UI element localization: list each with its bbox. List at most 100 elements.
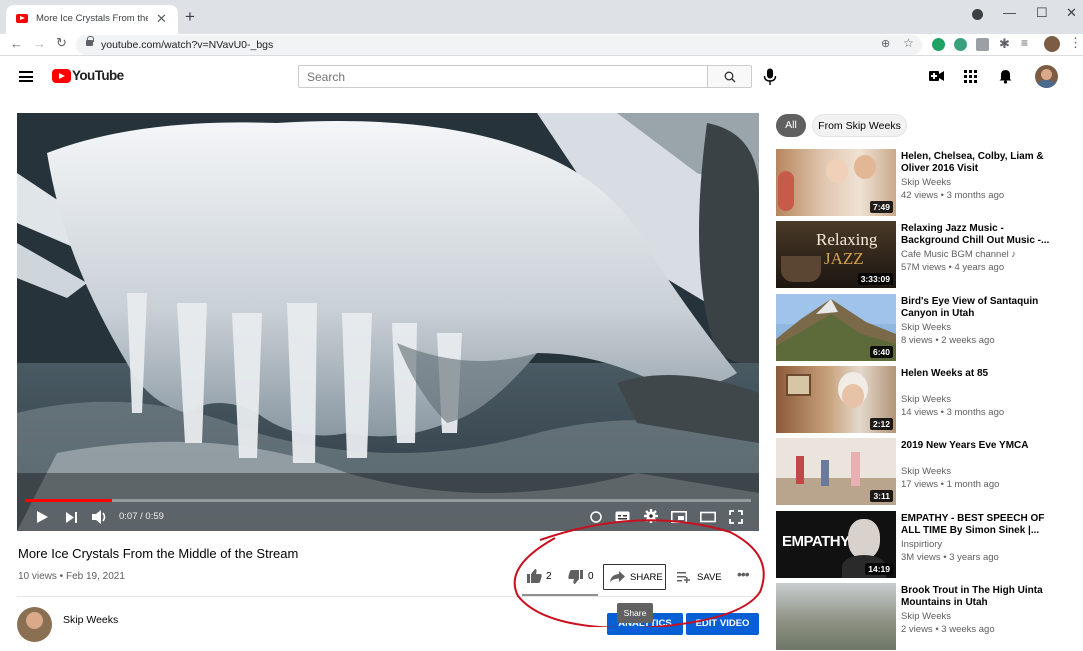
youtube-favicon-icon [16,14,28,23]
duration-badge: 3:11 [870,490,893,502]
extension-grammarly-icon[interactable] [932,38,945,51]
close-tab-icon[interactable]: ✕ [156,11,167,27]
related-title[interactable]: Brook Trout in The High Uinta Mountains … [901,585,1051,608]
like-count[interactable]: 2 [546,571,552,582]
duration-badge: 3:33:09 [857,273,893,285]
youtube-logo-text[interactable]: YouTube [72,68,124,83]
chip-from-channel[interactable]: From Skip Weeks [812,114,907,137]
subtitles-icon[interactable] [615,511,630,522]
related-title[interactable]: EMPATHY - BEST SPEECH OF ALL TIME By Sim… [901,513,1051,536]
related-title[interactable]: Helen Weeks at 85 [901,368,1051,380]
related-channel[interactable]: Cafe Music BGM channel ♪ [901,249,1016,260]
extension-green-icon[interactable] [954,38,967,51]
thumb-text-relaxing: Relaxing [816,230,878,249]
related-channel[interactable]: Skip Weeks [901,611,951,622]
duration-badge: 2:12 [869,418,893,430]
notifications-bell-icon[interactable] [999,69,1012,84]
chrome-menu-icon[interactable]: ⋮ [1069,35,1082,50]
duration-badge: 14:19 [865,563,893,575]
related-meta: 42 views • 3 months ago [901,190,1005,201]
microphone-icon[interactable] [763,68,777,86]
new-tab-icon[interactable]: + [185,7,195,27]
theater-mode-icon[interactable] [700,511,716,523]
save-playlist-add-icon[interactable] [677,572,691,583]
dislike-count[interactable]: 0 [588,571,594,582]
related-title[interactable]: 2019 New Years Eve YMCA [901,440,1051,452]
next-icon[interactable] [66,512,78,523]
edit-video-button[interactable]: EDIT VIDEO [686,613,759,635]
save-label[interactable]: SAVE [697,572,722,583]
bookmark-star-icon[interactable]: ☆ [903,36,914,50]
account-avatar[interactable] [1035,65,1058,88]
related-video-item[interactable]: EMPATHY 14:19 EMPATHY - BEST SPEECH OF A… [776,511,1082,579]
volume-icon[interactable] [92,510,108,524]
related-meta: 2 views • 3 weeks ago [901,624,995,635]
related-video-item[interactable]: Relaxing JAZZ 3:33:09 Relaxing Jazz Musi… [776,221,1082,289]
minimize-icon[interactable]: — [1003,5,1016,20]
related-video-item[interactable]: 2:12 Helen Weeks at 85 Skip Weeks 14 vie… [776,366,1082,434]
autoplay-toggle-icon[interactable] [590,511,602,523]
more-actions-icon[interactable]: ••• [737,566,750,582]
back-icon[interactable]: ← [10,36,23,51]
related-channel[interactable]: Skip Weeks [901,466,951,477]
related-thumbnail[interactable]: 3:11 [776,438,896,505]
related-video-item[interactable]: 7:49 Helen, Chelsea, Colby, Liam & Olive… [776,149,1082,217]
related-title[interactable]: Bird's Eye View of Santaquin Canyon in U… [901,296,1051,319]
hamburger-menu-icon[interactable] [19,71,33,82]
related-channel[interactable]: Skip Weeks [901,177,951,188]
related-meta: 57M views • 4 years ago [901,262,1005,273]
related-channel[interactable]: Skip Weeks [901,322,951,333]
omnibox[interactable]: youtube.com/watch?v=NVavU0-_bgs ⊕ ☆ [76,35,922,55]
install-icon[interactable]: ⊕ [881,37,890,50]
extension-cast-icon[interactable] [976,38,989,51]
related-thumbnail[interactable]: EMPATHY 14:19 [776,511,896,578]
chip-all[interactable]: All [776,114,806,137]
search-input[interactable] [298,65,708,88]
extensions-puzzle-icon[interactable]: ✱ [999,36,1012,51]
related-title[interactable]: Relaxing Jazz Music - Background Chill O… [901,223,1051,246]
related-thumbnail[interactable]: Relaxing JAZZ 3:33:09 [776,221,896,288]
related-thumbnail[interactable]: 6:40 [776,294,896,361]
tab-title: More Ice Crystals From the Middle of the… [36,13,148,24]
progress-bar[interactable] [25,499,751,502]
related-channel[interactable]: Skip Weeks [901,394,951,405]
apps-grid-icon[interactable] [964,70,977,83]
dislike-thumbs-down-icon[interactable] [568,570,583,584]
video-meta: 10 views • Feb 19, 2021 [18,571,125,582]
forward-icon[interactable]: → [33,36,46,51]
related-channel[interactable]: Inspirtiory [901,539,942,550]
duration-badge: 7:49 [869,201,893,213]
share-button[interactable]: SHARE [603,564,666,590]
browser-tab[interactable]: More Ice Crystals From the Middle of the… [6,5,178,34]
related-thumbnail[interactable]: 7:49 [776,149,896,216]
media-queue-icon[interactable]: ≡ [1021,36,1034,50]
related-video-item[interactable]: 6:40 Bird's Eye View of Santaquin Canyon… [776,294,1082,362]
like-thumbs-up-icon[interactable] [527,569,542,583]
related-thumbnail[interactable] [776,583,896,650]
time-display: 0:07 / 0:59 [119,511,164,522]
share-arrow-icon [610,571,625,582]
related-video-item[interactable]: Brook Trout in The High Uinta Mountains … [776,583,1082,651]
maximize-icon[interactable]: ☐ [1036,5,1048,21]
video-player[interactable]: 0:07 / 0:59 [17,113,759,531]
info-divider [17,596,759,597]
related-video-item[interactable]: 3:11 2019 New Years Eve YMCA Skip Weeks … [776,438,1082,506]
profile-avatar-icon[interactable] [1044,36,1060,52]
video-frame-image [17,113,759,531]
create-video-icon[interactable] [929,70,945,82]
youtube-logo-icon[interactable] [52,69,71,83]
fullscreen-icon[interactable] [729,510,743,524]
profile-menu-icon[interactable] [972,9,983,20]
play-icon[interactable] [37,511,48,523]
channel-avatar[interactable] [17,607,52,642]
close-window-icon[interactable]: ✕ [1066,5,1077,21]
related-thumbnail[interactable]: 2:12 [776,366,896,433]
miniplayer-icon[interactable] [671,511,687,523]
share-tooltip: Share [617,603,653,623]
settings-gear-icon[interactable] [644,509,658,523]
related-meta: 8 views • 2 weeks ago [901,335,995,346]
related-title[interactable]: Helen, Chelsea, Colby, Liam & Oliver 201… [901,151,1051,174]
search-button[interactable] [707,65,752,88]
reload-icon[interactable]: ↻ [56,35,67,51]
channel-name[interactable]: Skip Weeks [63,614,118,626]
